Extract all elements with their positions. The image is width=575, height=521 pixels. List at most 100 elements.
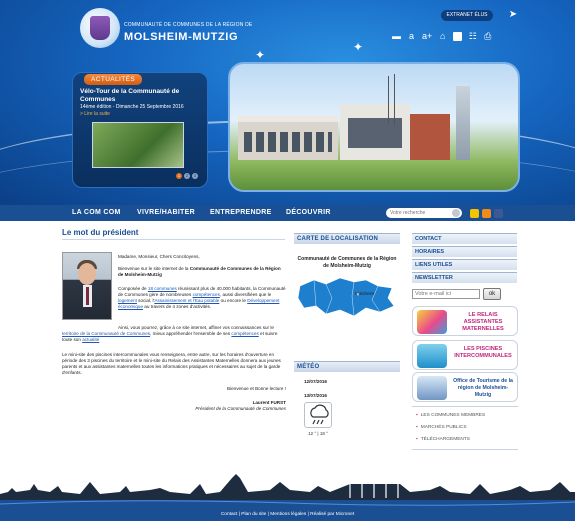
quick-link-horaires[interactable]: HORAIRES [412, 246, 517, 257]
swimmer-icon [417, 344, 447, 368]
news-badge: ACTUALITÉS [84, 74, 143, 85]
link-assainissement[interactable]: Assainissement et l'Eau potable [154, 298, 219, 303]
facebook-icon[interactable] [494, 209, 503, 218]
slider-pagination: 1 2 3 [176, 173, 198, 179]
link-communes[interactable]: 18 communes [148, 286, 177, 291]
map-heading: CARTE DE LOCALISATION [294, 233, 400, 244]
secondary-links: LES COMMUNES MEMBRES MARCHÉS PUBLICS TÉL… [412, 406, 518, 450]
weather-temperatures: 12 ° | 18 ° [308, 431, 328, 436]
search-input[interactable] [386, 208, 462, 218]
body-text: Composée de [118, 286, 148, 291]
document-icon[interactable] [453, 31, 463, 41]
link-actualite[interactable]: actualité [82, 337, 99, 342]
link-logement[interactable]: logement [118, 298, 137, 303]
flagpole [388, 76, 389, 124]
building-right [410, 114, 450, 160]
promo-tourisme-title: Office de Tourisme de la région de Molsh… [453, 378, 513, 398]
body-text: au travers de 4 zones d'activités. [143, 304, 212, 309]
font-larger-button[interactable]: a+ [422, 29, 432, 43]
footer-links[interactable]: Contact | Plan du site | Mentions légale… [0, 508, 575, 521]
building-left [238, 116, 338, 160]
link-marches-publics[interactable]: MARCHÉS PUBLICS [416, 425, 467, 430]
body-text: , aussi diversifiées que le [219, 292, 272, 297]
sign-pylon [456, 86, 470, 160]
logo-subtitle: COMMUNAUTÉ DE COMMUNES DE LA RÉGION DE [124, 22, 253, 28]
territory-map[interactable] [296, 276, 396, 320]
footer-bar: Contact | Plan du site | Mentions légale… [0, 508, 575, 521]
editorial-intro: Bienvenue sur le site internet de la Com… [118, 266, 284, 278]
news-read-more-link[interactable]: > Lire la suite [80, 111, 110, 117]
quick-link-liens-utiles[interactable]: LIENS UTILES [412, 259, 517, 270]
link-competences[interactable]: compétences [193, 292, 220, 297]
mail-icon[interactable] [470, 209, 479, 218]
promo-piscines-title: LES PISCINES INTERCOMMUNALES [454, 346, 512, 359]
nav-vivre-habiter[interactable]: VIVRE/HABITER [137, 205, 195, 221]
bird-icon: ✦ [255, 48, 266, 62]
search-icon[interactable] [452, 209, 460, 217]
link-communes-membres[interactable]: LES COMMUNES MEMBRES [416, 413, 486, 418]
nav-entreprendre[interactable]: ENTREPRENDRE [210, 205, 272, 221]
news-photo[interactable] [92, 122, 184, 168]
logo-name: MOLSHEIM-MUTZIG [124, 31, 239, 43]
promo-piscines[interactable]: LES PISCINES INTERCOMMUNALES [412, 340, 518, 370]
editorial-greeting: Madame, Monsieur, Chers Concitoyens, [118, 254, 200, 259]
site-logo[interactable]: COMMUNAUTÉ DE COMMUNES DE LA RÉGION DE M… [62, 4, 252, 52]
map-title: Communauté de Communes de la Région de M… [297, 256, 397, 269]
weather-date-1: 12/07/2016 [304, 379, 327, 384]
town-skyline [0, 474, 575, 508]
building-center [340, 104, 410, 160]
page: COMMUNAUTÉ DE COMMUNES DE LA RÉGION DE M… [0, 0, 575, 521]
logo-emblem-icon [80, 8, 120, 48]
rain-cloud-icon [304, 402, 332, 428]
promo-relais-title: LE RELAIS ASSISTANTES MATERNELLES [462, 312, 504, 332]
home-icon[interactable]: ⌂ [438, 29, 447, 43]
link-territoire[interactable]: territoire de la Communauté de Communes [62, 331, 150, 336]
quick-link-contact[interactable]: CONTACT [412, 233, 517, 244]
intro-text: Bienvenue sur le site internet de la [118, 266, 190, 271]
rss-icon[interactable] [482, 209, 491, 218]
link-competences-2[interactable]: compétences [231, 331, 258, 336]
contrast-icon[interactable]: ▬ [392, 29, 401, 43]
body-text: Ainsi, vous pourrez, grâce à ce site int… [118, 325, 274, 330]
cursor-icon: ➤ [508, 9, 518, 20]
main-nav: LA COM COM VIVRE/HABITER ENTREPRENDRE DÉ… [0, 205, 575, 221]
nav-la-com-com[interactable]: LA COM COM [72, 205, 121, 221]
news-title[interactable]: Vélo-Tour de la Communauté de Communes [80, 88, 205, 104]
editorial-body: Composée de 18 communes réunissant plus … [118, 286, 286, 310]
link-telechargements[interactable]: TÉLÉCHARGEMENTS [416, 437, 470, 442]
editorial-reach: Ainsi, vous pourrez, grâce à ce site int… [62, 325, 286, 343]
slider-page-1[interactable]: 1 [176, 173, 182, 179]
relais-logo-icon [417, 310, 447, 334]
weather-date-2: 13/07/2016 [304, 393, 327, 398]
divider [62, 239, 285, 240]
weather-heading: MÉTÉO [294, 361, 400, 372]
font-smaller-button[interactable]: a [407, 29, 416, 43]
newsletter-ok-button[interactable]: ok [483, 288, 501, 300]
quick-link-newsletter[interactable]: NEWSLETTER [412, 272, 517, 283]
nav-decouvrir[interactable]: DÉCOUVRIR [286, 205, 331, 221]
extranet-button[interactable]: EXTRANET ÉLUS [441, 10, 493, 21]
bird-icon: ✦ [353, 40, 364, 54]
tourism-logo-icon [417, 376, 447, 400]
flagpole [394, 74, 395, 126]
slider-page-2[interactable]: 2 [184, 173, 190, 179]
promo-relais[interactable]: LE RELAIS ASSISTANTES MATERNELLES [412, 306, 518, 336]
body-text: social, l' [136, 298, 155, 303]
body-text: ou encore le [219, 298, 248, 303]
newsletter-email-input[interactable] [412, 289, 480, 299]
slider-page-3[interactable]: 3 [192, 173, 198, 179]
headquarters-photo [228, 62, 520, 192]
map-city-label: Molsheim [355, 291, 375, 296]
accessibility-toolbar: ▬ a a+ ⌂ ☷ ⎙ [392, 29, 492, 43]
print-icon[interactable]: ⎙ [483, 29, 492, 43]
editorial-title: Le mot du président [62, 228, 139, 237]
promo-tourisme[interactable]: Office de Tourisme de la région de Molsh… [412, 372, 518, 402]
president-portrait [62, 252, 112, 320]
news-date: 14ème édition - Dimanche 25 Septembre 20… [80, 104, 184, 110]
body-text: , mieux appréhender l'ensemble de ses [150, 331, 232, 336]
editorial-pools: Le mini-site des piscines intercommunale… [62, 352, 281, 375]
header-hero: COMMUNAUTÉ DE COMMUNES DE LA RÉGION DE M… [0, 0, 575, 205]
editorial-role: Président de la Communauté de Communes [195, 406, 286, 411]
editorial-closing: Bienvenue et Bonne lecture ! [227, 386, 286, 391]
sitemap-icon[interactable]: ☷ [468, 29, 477, 43]
